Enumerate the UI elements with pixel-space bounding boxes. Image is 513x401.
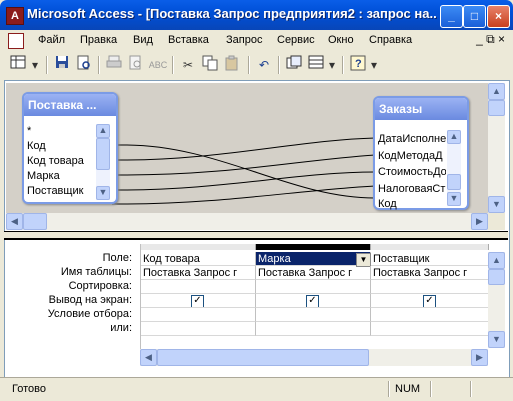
table-list-title[interactable]: Поставка ... — [24, 94, 116, 116]
grid-or-cell[interactable] — [256, 322, 371, 336]
table-field[interactable]: Код товара — [27, 154, 97, 169]
grid-label-criteria: Условие отбора: — [47, 308, 132, 320]
scroll-left-icon[interactable]: ◀ — [6, 213, 23, 230]
num-lock-indicator: NUM — [395, 383, 421, 395]
grid-show-cell[interactable]: ✓ — [141, 294, 256, 308]
column-selector[interactable] — [256, 244, 371, 250]
grid-criteria-cell[interactable] — [141, 308, 256, 322]
grid-criteria-cell[interactable] — [371, 308, 489, 322]
show-checkbox[interactable]: ✓ — [306, 295, 319, 307]
grid-label-table: Имя таблицы: — [60, 266, 132, 278]
status-divider — [470, 381, 472, 397]
scroll-right-icon[interactable]: ▶ — [471, 349, 488, 366]
design-grid: Код товара Поставка Запрос г ✓ Марка ▼ П… — [140, 244, 489, 349]
grid-field-cell[interactable]: Марка — [256, 252, 371, 266]
join-line — [112, 144, 376, 199]
grid-horizontal-scrollbar[interactable]: ◀ ▶ — [140, 349, 488, 366]
grid-sort-cell[interactable] — [141, 280, 256, 294]
column-selector[interactable] — [371, 244, 489, 250]
table-list-scrollbar[interactable]: ▲ ▼ — [447, 130, 461, 206]
join-line — [112, 185, 376, 205]
grid-table-cell[interactable]: Поставка Запрос г — [256, 266, 371, 280]
table-field[interactable]: ДатаИсполне — [378, 132, 446, 147]
show-checkbox[interactable]: ✓ — [191, 295, 204, 307]
grid-vertical-scrollbar[interactable]: ▲ ▼ — [488, 252, 505, 348]
scroll-down-icon[interactable]: ▼ — [447, 192, 461, 206]
grid-table-cell[interactable]: Поставка Запрос г — [371, 266, 489, 280]
column-selector[interactable] — [141, 244, 256, 250]
grid-sort-cell[interactable] — [256, 280, 371, 294]
scroll-left-icon[interactable]: ◀ — [140, 349, 157, 366]
scroll-thumb[interactable] — [447, 174, 461, 190]
status-divider — [430, 381, 432, 397]
scroll-up-icon[interactable]: ▲ — [488, 83, 505, 100]
scroll-down-icon[interactable]: ▼ — [488, 331, 505, 348]
pane-splitter[interactable] — [4, 231, 508, 240]
table-field[interactable]: НалоговаяСт — [378, 182, 446, 197]
scroll-up-icon[interactable]: ▲ — [488, 252, 505, 269]
table-field[interactable]: * — [27, 124, 97, 139]
table-field[interactable]: Поставщик — [27, 184, 97, 199]
scroll-up-icon[interactable]: ▲ — [96, 124, 110, 138]
scroll-up-icon[interactable]: ▲ — [447, 130, 461, 144]
table-list-postavka[interactable]: Поставка ... * Код Код товара Марка Пост… — [22, 92, 118, 204]
grid-label-sort: Сортировка: — [68, 280, 132, 292]
grid-field-cell[interactable]: Код товара — [141, 252, 256, 266]
scroll-down-icon[interactable]: ▼ — [96, 186, 110, 200]
grid-show-cell[interactable]: ✓ — [256, 294, 371, 308]
grid-or-cell[interactable] — [141, 322, 256, 336]
grid-show-cell[interactable]: ✓ — [371, 294, 489, 308]
scroll-thumb[interactable] — [157, 349, 369, 366]
join-line — [112, 137, 376, 161]
grid-criteria-cell[interactable] — [256, 308, 371, 322]
scroll-thumb[interactable] — [488, 269, 505, 285]
table-field[interactable]: КодМетодаД — [378, 149, 446, 164]
grid-label-field: Поле: — [102, 252, 132, 264]
join-line — [112, 154, 376, 176]
scroll-thumb[interactable] — [23, 213, 47, 230]
status-text: Готово — [12, 383, 46, 395]
table-list-title[interactable]: Заказы — [375, 98, 467, 120]
table-pane-vertical-scrollbar[interactable]: ▲ ▼ — [488, 83, 505, 213]
table-pane-horizontal-scrollbar[interactable]: ◀ ▶ — [6, 213, 488, 230]
grid-or-cell[interactable] — [371, 322, 489, 336]
table-field[interactable]: Марка — [27, 169, 97, 184]
grid-table-cell[interactable]: Поставка Запрос г — [141, 266, 256, 280]
scrollbar-corner — [488, 213, 505, 230]
table-list-scrollbar[interactable]: ▲ ▼ — [96, 124, 110, 200]
table-list-zakazy[interactable]: Заказы ДатаИсполне КодМетодаД СтоимостьД… — [373, 96, 469, 210]
scroll-down-icon[interactable]: ▼ — [488, 196, 505, 213]
table-field[interactable]: Код — [378, 197, 446, 212]
scroll-right-icon[interactable]: ▶ — [471, 213, 488, 230]
grid-label-or: или: — [110, 322, 132, 334]
show-checkbox[interactable]: ✓ — [423, 295, 436, 307]
scroll-thumb[interactable] — [96, 138, 110, 170]
chevron-down-icon[interactable]: ▼ — [356, 253, 371, 267]
table-field[interactable]: Код — [27, 139, 97, 154]
table-field[interactable]: СтоимостьДо — [378, 165, 446, 180]
grid-field-cell[interactable]: Поставщик — [371, 252, 489, 266]
scroll-thumb[interactable] — [488, 100, 505, 116]
grid-sort-cell[interactable] — [371, 280, 489, 294]
grid-label-show: Вывод на экран: — [48, 294, 132, 306]
status-bar: Готово NUM — [0, 377, 513, 401]
status-divider — [388, 381, 390, 397]
